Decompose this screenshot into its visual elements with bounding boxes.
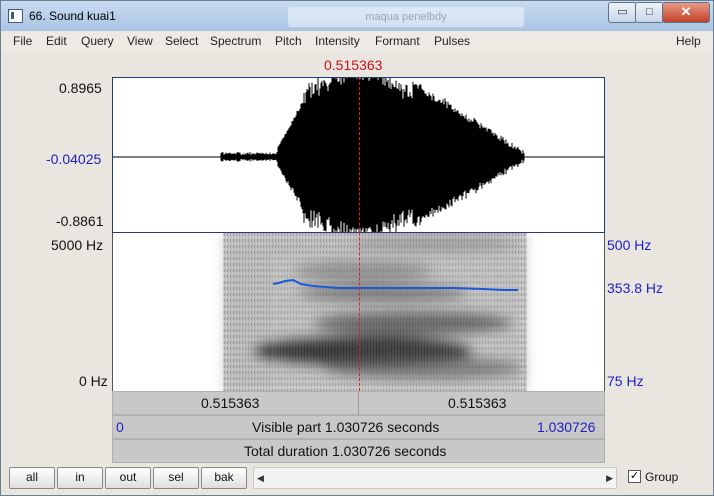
- menu-query[interactable]: Query: [81, 34, 114, 48]
- visible-part-text: Visible part 1.030726 seconds: [252, 419, 439, 435]
- pitch-bottom-label: 75 Hz: [607, 373, 644, 389]
- scroll-right-icon[interactable]: ▶: [606, 473, 613, 484]
- total-duration-bar[interactable]: Total duration 1.030726 seconds: [112, 439, 605, 463]
- waveform-path: [221, 78, 524, 232]
- cursor-line: [359, 77, 360, 391]
- menu-help[interactable]: Help: [676, 34, 701, 48]
- close-button[interactable]: ✕: [662, 2, 710, 23]
- time-bar-divider: [358, 391, 359, 415]
- minimize-button[interactable]: ▭: [608, 2, 637, 23]
- waveform-yzero-label: -0.04025: [46, 151, 101, 167]
- visible-start-value: 0: [116, 419, 124, 435]
- scroll-left-icon[interactable]: ◀: [257, 473, 264, 484]
- menu-formant[interactable]: Formant: [375, 34, 420, 48]
- visible-part-bar[interactable]: 0 Visible part 1.030726 seconds 1.030726: [112, 415, 605, 439]
- praat-sound-window: 66. Sound kuai1 maqua penelbdy ▭ □ ✕ Fil…: [0, 0, 714, 496]
- menu-view[interactable]: View: [127, 34, 153, 48]
- cursor-time-label: 0.515363: [324, 57, 382, 73]
- waveform-signal: [221, 78, 524, 232]
- zoom-back-button[interactable]: bak: [201, 467, 247, 489]
- time-bar-left-value: 0.515363: [201, 395, 259, 411]
- maximize-icon: □: [646, 6, 653, 18]
- menu-file[interactable]: File: [13, 34, 32, 48]
- pitch-value-label: 353.8 Hz: [607, 280, 663, 296]
- background-window-tab: maqua penelbdy: [288, 7, 524, 27]
- menu-bar: File Edit Query View Select Spectrum Pit…: [1, 31, 713, 51]
- zoom-out-button[interactable]: out: [105, 467, 151, 489]
- time-bar-right-value: 0.515363: [448, 395, 506, 411]
- title-bar: 66. Sound kuai1 maqua penelbdy ▭ □ ✕: [1, 1, 713, 31]
- menu-spectrum[interactable]: Spectrum: [210, 34, 261, 48]
- window-title: 66. Sound kuai1: [29, 9, 116, 23]
- horizontal-scrollbar[interactable]: ◀ ▶: [253, 467, 617, 489]
- all-button[interactable]: all: [9, 467, 55, 489]
- menu-intensity[interactable]: Intensity: [315, 34, 360, 48]
- menu-pitch[interactable]: Pitch: [275, 34, 302, 48]
- spectrogram-freq-top-label: 5000 Hz: [51, 237, 103, 253]
- waveform-ymax-label: 0.8965: [59, 80, 102, 96]
- group-checkbox[interactable]: ✓: [628, 470, 641, 483]
- minimize-icon: ▭: [617, 6, 627, 18]
- waveform-ymin-label: -0.8861: [56, 213, 103, 229]
- close-icon: ✕: [681, 4, 692, 19]
- maximize-button[interactable]: □: [635, 2, 664, 23]
- zoom-in-button[interactable]: in: [57, 467, 103, 489]
- pitch-top-label: 500 Hz: [607, 237, 651, 253]
- visible-end-value: 1.030726: [537, 419, 595, 435]
- menu-edit[interactable]: Edit: [46, 34, 67, 48]
- app-icon: [8, 9, 23, 23]
- total-duration-text: Total duration 1.030726 seconds: [244, 443, 446, 459]
- menu-select[interactable]: Select: [165, 34, 198, 48]
- menu-pulses[interactable]: Pulses: [434, 34, 470, 48]
- zoom-selection-button[interactable]: sel: [153, 467, 199, 489]
- spectrogram-freq-bottom-label: 0 Hz: [79, 373, 108, 389]
- group-label: Group: [645, 470, 678, 484]
- bottom-toolbar: all in out sel bak ◀ ▶ ✓ Group: [1, 463, 713, 495]
